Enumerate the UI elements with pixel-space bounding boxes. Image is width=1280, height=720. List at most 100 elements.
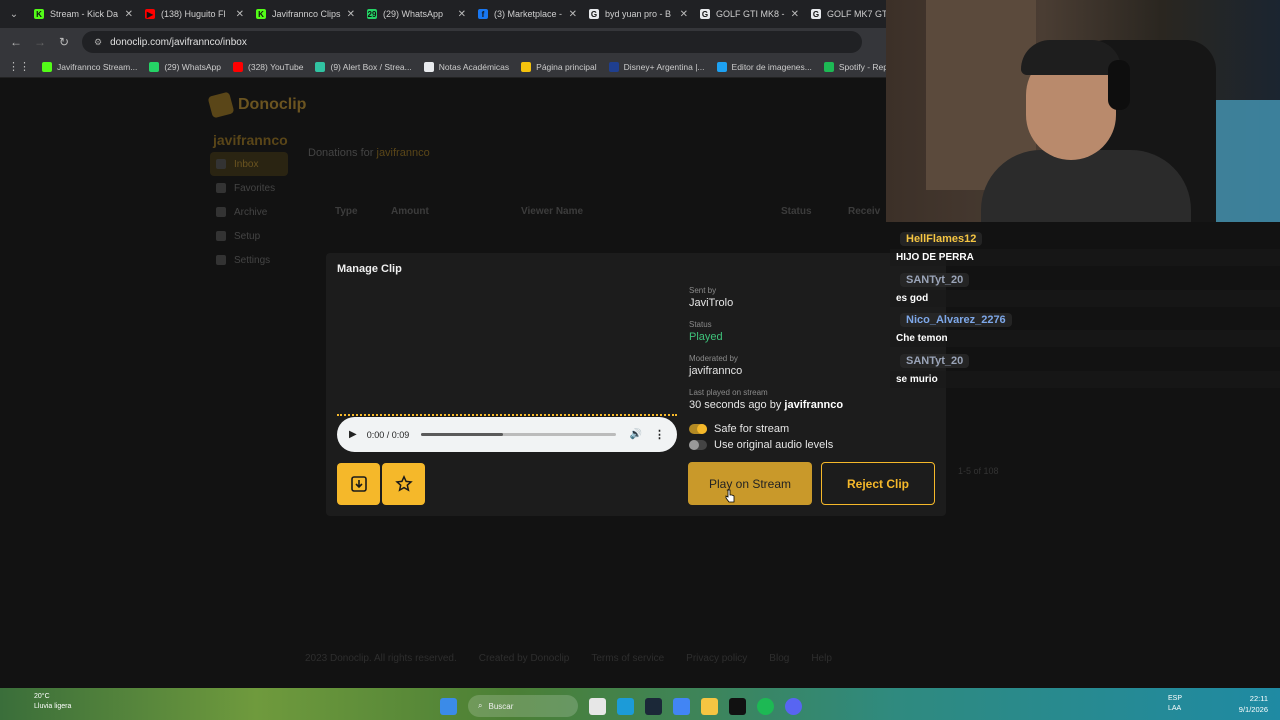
taskbar-search[interactable]: ⌕ Buscar <box>468 695 578 717</box>
gear-icon <box>216 255 226 265</box>
last-played-block: Last played on stream 30 seconds ago by … <box>689 388 843 411</box>
original-audio-toggle[interactable]: Use original audio levels <box>689 439 833 451</box>
address-bar[interactable]: ⚙ donoclip.com/javifrannco/inbox <box>82 31 862 53</box>
sent-by-block: Sent by JaviTrolo <box>689 286 733 309</box>
browser-tab[interactable]: 29 (29) WhatsApp ✕ <box>361 0 472 28</box>
bookmark-item[interactable]: (29) WhatsApp <box>149 61 221 72</box>
close-icon[interactable]: ✕ <box>347 9 355 20</box>
close-icon[interactable]: ✕ <box>680 9 688 20</box>
tab-favicon-icon: f <box>478 9 488 19</box>
chrome-icon[interactable] <box>673 697 690 715</box>
footer-link[interactable]: Blog <box>769 653 789 664</box>
audio-seek-bar[interactable] <box>421 433 616 436</box>
browser-tab[interactable]: ▶ (138) Huguito Fl ✕ <box>139 0 250 28</box>
sidebar-item-archive[interactable]: Archive <box>210 200 288 224</box>
file-explorer-icon[interactable] <box>701 697 718 715</box>
sidebar-item-setup[interactable]: Setup <box>210 224 288 248</box>
start-windows-icon[interactable] <box>440 697 457 715</box>
task-view-icon[interactable] <box>589 697 606 715</box>
column-header-status[interactable]: Status <box>781 206 812 217</box>
bookmark-favicon-icon <box>315 61 326 72</box>
column-header-viewer[interactable]: Viewer Name <box>521 206 583 217</box>
obs-icon[interactable] <box>729 697 746 715</box>
sidebar-item-settings[interactable]: Settings <box>210 248 288 272</box>
reject-clip-button[interactable]: Reject Clip <box>821 462 935 505</box>
bookmark-label: (328) YouTube <box>248 61 304 72</box>
bookmark-item[interactable]: Página principal <box>521 61 597 72</box>
bookmark-label: Notas Académicas <box>438 61 510 72</box>
bookmark-item[interactable]: Disney+ Argentina |... <box>608 61 705 72</box>
tab-title: byd yuan pro - B <box>605 9 672 19</box>
close-icon[interactable]: ✕ <box>125 9 133 20</box>
status-block: Status Played <box>689 320 723 343</box>
close-icon[interactable]: ✕ <box>569 9 577 20</box>
column-header-received[interactable]: Receiv <box>848 206 880 217</box>
footer-link[interactable]: Terms of service <box>591 653 664 664</box>
column-header-amount[interactable]: Amount <box>391 206 429 217</box>
bookmark-item[interactable]: Javifrannco Stream... <box>42 61 137 72</box>
bookmark-item[interactable]: Editor de imagenes... <box>716 61 812 72</box>
browser-tab[interactable]: G GOLF GTI MK8 - ✕ <box>694 0 805 28</box>
footer-link[interactable]: Help <box>811 653 832 664</box>
chat-username: SANTyt_20 <box>900 273 970 287</box>
search-icon: ⌕ <box>478 701 483 710</box>
bookmark-item[interactable]: Notas Académicas <box>423 61 510 72</box>
toggle-switch-on[interactable] <box>689 424 707 434</box>
tab-favicon-icon: K <box>34 9 44 19</box>
reload-icon[interactable]: ↻ <box>52 35 76 49</box>
tab-title: GOLF GTI MK8 - <box>716 9 785 19</box>
toggle-switch-off[interactable] <box>689 440 707 450</box>
forward-arrow-icon[interactable]: → <box>28 35 52 49</box>
original-audio-label: Use original audio levels <box>714 439 834 451</box>
tab-title: Stream - Kick Da <box>50 9 119 19</box>
back-arrow-icon[interactable]: ← <box>4 35 28 49</box>
tab-title: (138) Huguito Fl <box>161 9 226 19</box>
footer-link[interactable]: Created by Donoclip <box>479 653 570 664</box>
sidebar-item-favorites[interactable]: Favorites <box>210 176 288 200</box>
favorite-button[interactable] <box>382 463 425 505</box>
edge-icon[interactable] <box>617 697 634 715</box>
logo-text: Donoclip <box>238 96 307 113</box>
discord-icon[interactable] <box>785 697 802 715</box>
close-icon[interactable]: ✕ <box>791 9 799 20</box>
sidebar-item-inbox[interactable]: Inbox <box>210 152 288 176</box>
chat-username: HellFlames12 <box>900 232 983 246</box>
status-label: Status <box>689 320 712 329</box>
browser-tab[interactable]: Gbyd yuan pro - B ✕ <box>583 0 694 28</box>
tab-search-icon[interactable]: ⌄ <box>0 0 28 28</box>
sidebar-item-label: Archive <box>234 206 268 218</box>
safe-for-stream-toggle[interactable]: Safe for stream <box>689 423 789 435</box>
spotify-icon[interactable] <box>757 697 774 715</box>
donoclip-logo[interactable]: Donoclip <box>207 91 307 119</box>
bookmark-item[interactable]: (9) Alert Box / Strea... <box>315 61 412 72</box>
last-played-value: 30 seconds ago by javifrannco <box>689 399 843 411</box>
close-icon[interactable]: ✕ <box>236 9 244 20</box>
bookmark-label: Editor de imagenes... <box>731 61 812 72</box>
play-icon[interactable]: ▶ <box>349 429 357 440</box>
apps-grid-icon[interactable]: ⋮⋮ <box>8 60 30 73</box>
weather-widget[interactable]: 20°C Lluvia ligera <box>14 692 71 712</box>
tab-favicon-icon: 29 <box>367 9 377 19</box>
bookmark-item[interactable]: (328) YouTube <box>233 61 304 72</box>
play-on-stream-button[interactable]: Play on Stream <box>688 462 812 505</box>
column-header-type[interactable]: Type <box>335 206 358 217</box>
chat-username: SANTyt_20 <box>900 354 970 368</box>
page-title-user: javifrannco <box>376 147 430 159</box>
screen: ⌄ K Stream - Kick Da ✕ ▶ (138) Huguito Fl ✕ K J… <box>0 0 1280 720</box>
site-info-icon[interactable]: ⚙ <box>94 37 102 48</box>
clapperboard-icon <box>207 91 235 119</box>
volume-icon[interactable]: 🔊 <box>630 429 642 440</box>
browser-tab[interactable]: K Stream - Kick Da ✕ <box>28 0 139 28</box>
system-tray-language[interactable]: ESP LAA <box>1168 694 1182 714</box>
more-options-icon[interactable]: ⋮ <box>654 428 665 441</box>
taskbar-clock[interactable]: 22:11 9/1/2026 <box>1232 693 1268 715</box>
footer-link[interactable]: Privacy policy <box>686 653 747 664</box>
browser-tab[interactable]: f (3) Marketplace - ✕ <box>472 0 583 28</box>
chat-text: Che temon <box>890 330 1280 347</box>
close-icon[interactable]: ✕ <box>458 9 466 20</box>
moderated-by-label: Moderated by <box>689 354 738 363</box>
tab-favicon-icon: G <box>700 9 710 19</box>
steam-icon[interactable] <box>645 697 662 715</box>
download-button[interactable] <box>337 463 380 505</box>
browser-tab[interactable]: K Javifrannco Clips ✕ <box>250 0 361 28</box>
